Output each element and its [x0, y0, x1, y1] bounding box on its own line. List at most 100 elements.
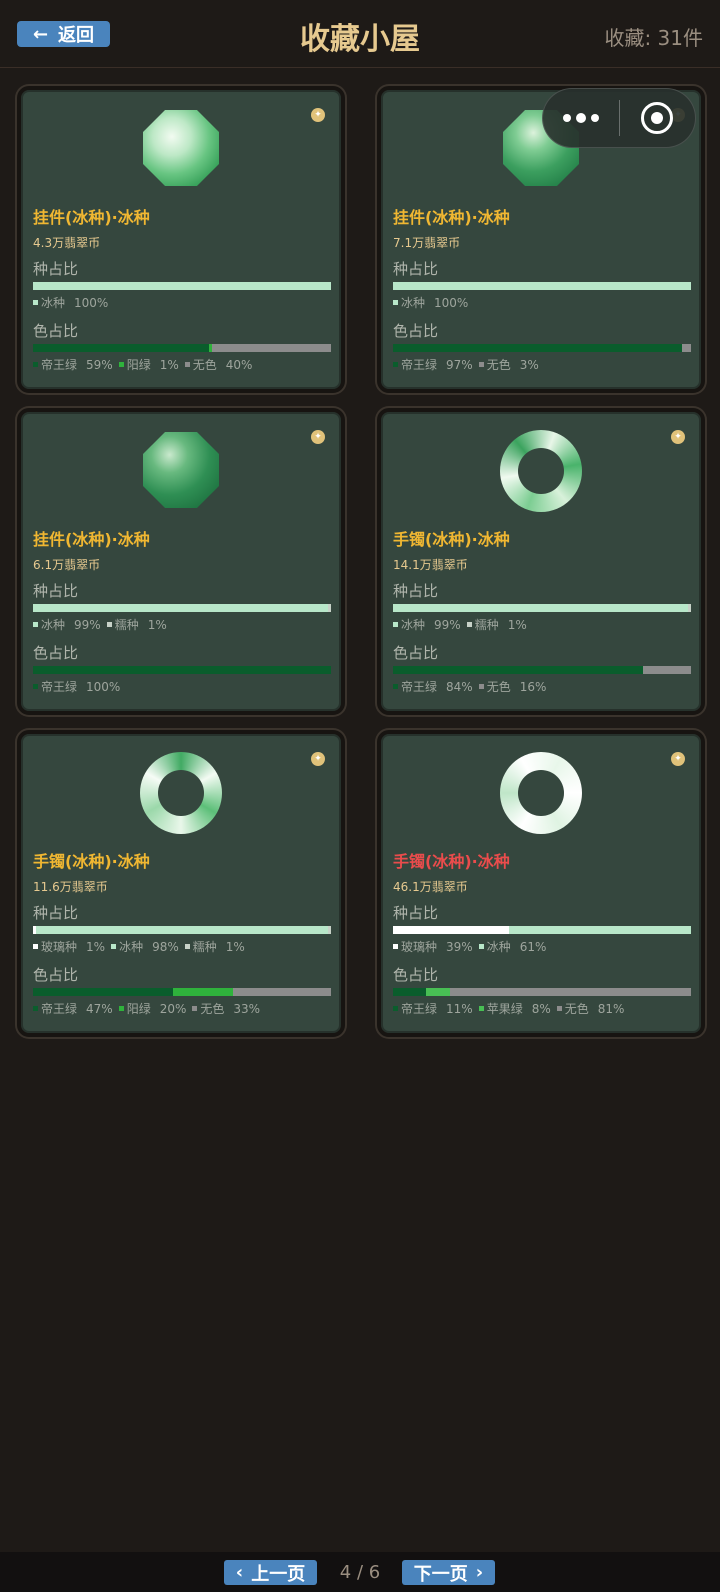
legend-swatch	[33, 1006, 38, 1011]
legend-item: 冰种 61%	[478, 938, 547, 955]
zhong-title: 种占比	[393, 260, 439, 278]
star-icon[interactable]: ✦	[311, 752, 325, 766]
legend-percent: 99%	[434, 617, 461, 632]
legend-percent: 100%	[86, 679, 121, 694]
legend-percent: 61%	[519, 939, 547, 954]
legend-label: 苹果绿	[486, 1002, 523, 1016]
legend-percent: 11%	[446, 1001, 473, 1016]
legend-label: 帝王绿	[41, 680, 78, 694]
more-dot-icon	[562, 114, 571, 122]
legend-percent: 1%	[159, 357, 179, 372]
legend-swatch	[556, 1006, 562, 1011]
legend-item: 帝王绿 59%	[33, 356, 113, 373]
legend-swatch	[33, 684, 38, 689]
bar-segment	[393, 344, 683, 352]
zhong-title: 种占比	[33, 904, 79, 922]
jade-card[interactable]: ✦ 挂件(冰种)·冰种 4.3万翡翠币 种占比 冰种 100% 色占比 帝王绿 59…	[17, 86, 345, 393]
zhong-title: 种占比	[393, 904, 439, 922]
se-bar	[393, 988, 691, 996]
legend-percent: 97%	[446, 357, 473, 372]
legend-item: 糯种 1%	[466, 616, 527, 633]
jade-card[interactable]: ✦ 手镯(冰种)·冰种 46.1万翡翠币 种占比 玻璃种 39% 冰种 61% 色占比…	[377, 730, 705, 1037]
se-title: 色占比	[33, 644, 79, 662]
legend-item: 帝王绿 100%	[33, 678, 120, 695]
legend-swatch	[33, 300, 38, 305]
zhong-legend: 冰种 100%	[33, 294, 108, 311]
legend-swatch	[393, 362, 398, 367]
bar-segment	[425, 988, 450, 996]
legend-label: 阳绿	[126, 1002, 151, 1016]
jade-card[interactable]: ✦ 手镯(冰种)·冰种 11.6万翡翠币 种占比 玻璃种 1% 冰种 98% 糯种 1% …	[17, 730, 345, 1037]
bar-segment	[33, 666, 331, 674]
star-icon[interactable]: ✦	[671, 430, 685, 444]
legend-swatch	[33, 944, 38, 949]
se-legend: 帝王绿 100%	[33, 678, 120, 695]
zhong-bar	[33, 282, 331, 290]
legend-label: 糯种	[192, 940, 217, 954]
jade-card[interactable]: ✦ 手镯(冰种)·冰种 14.1万翡翠币 种占比 冰种 99% 糯种 1% 色占比 帝…	[377, 408, 705, 715]
bar-segment	[509, 926, 691, 934]
legend-percent: 1%	[225, 939, 245, 954]
jade-bangle-image	[500, 752, 582, 834]
legend-label: 冰种	[41, 296, 66, 310]
zhong-title: 种占比	[33, 260, 79, 278]
item-price: 7.1万翡翠币	[393, 236, 461, 250]
zhong-bar	[393, 282, 691, 290]
legend-percent: 40%	[225, 357, 253, 372]
item-name: 手镯(冰种)·冰种	[393, 852, 510, 871]
legend-swatch	[118, 362, 124, 367]
collection-count: 收藏: 31件	[604, 26, 703, 50]
legend-percent: 98%	[152, 939, 179, 954]
legend-item: 冰种 100%	[33, 294, 108, 311]
close-mini-program-button[interactable]	[620, 89, 696, 147]
legend-swatch	[393, 622, 398, 627]
zhong-legend: 冰种 100%	[393, 294, 468, 311]
se-legend: 帝王绿 11% 苹果绿 8% 无色 81%	[393, 1000, 624, 1017]
bar-segment	[328, 604, 331, 612]
legend-label: 冰种	[486, 940, 511, 954]
legend-percent: 1%	[507, 617, 527, 632]
zhong-bar	[33, 926, 331, 934]
bar-segment	[33, 988, 174, 996]
legend-item: 无色 81%	[556, 1000, 624, 1017]
legend-swatch	[393, 684, 398, 689]
legend-percent: 33%	[233, 1001, 261, 1016]
zhong-title: 种占比	[393, 582, 439, 600]
more-dot-icon	[590, 114, 599, 122]
star-icon[interactable]: ✦	[311, 430, 325, 444]
legend-swatch	[106, 622, 112, 627]
legend-swatch	[33, 362, 38, 367]
legend-percent: 59%	[86, 357, 113, 372]
bar-segment	[211, 344, 331, 352]
jade-card[interactable]: ✦ 挂件(冰种)·冰种 6.1万翡翠币 种占比 冰种 99% 糯种 1% 色占比 帝王…	[17, 408, 345, 715]
legend-item: 苹果绿 8%	[478, 1000, 551, 1017]
mini-program-capsule	[542, 88, 696, 148]
more-options-button[interactable]	[543, 89, 619, 147]
se-bar	[393, 344, 691, 352]
legend-label: 帝王绿	[401, 680, 438, 694]
se-bar	[33, 666, 331, 674]
legend-swatch	[184, 362, 190, 367]
pagination-bar: ‹ 上一页 4 / 6 下一页 ›	[0, 1552, 720, 1592]
next-page-label: 下一页	[413, 1563, 468, 1585]
legend-label: 帝王绿	[41, 1002, 78, 1016]
legend-item: 玻璃种 39%	[393, 938, 473, 955]
next-page-button[interactable]: 下一页 ›	[402, 1560, 495, 1585]
legend-label: 帝王绿	[401, 358, 438, 372]
zhong-legend: 冰种 99% 糯种 1%	[33, 616, 167, 633]
legend-swatch	[118, 1006, 124, 1011]
legend-percent: 8%	[531, 1001, 551, 1016]
legend-percent: 100%	[434, 295, 469, 310]
item-price: 11.6万翡翠币	[33, 880, 108, 894]
legend-item: 糯种 1%	[184, 938, 245, 955]
star-icon[interactable]: ✦	[671, 752, 685, 766]
star-icon[interactable]: ✦	[311, 108, 325, 122]
jade-pendant-image	[143, 110, 219, 186]
legend-swatch	[111, 944, 117, 949]
bar-segment	[33, 344, 209, 352]
legend-label: 冰种	[41, 618, 66, 632]
item-price: 6.1万翡翠币	[33, 558, 101, 572]
bar-segment	[33, 282, 331, 290]
legend-item: 无色 3%	[478, 356, 539, 373]
zhong-bar	[393, 926, 691, 934]
